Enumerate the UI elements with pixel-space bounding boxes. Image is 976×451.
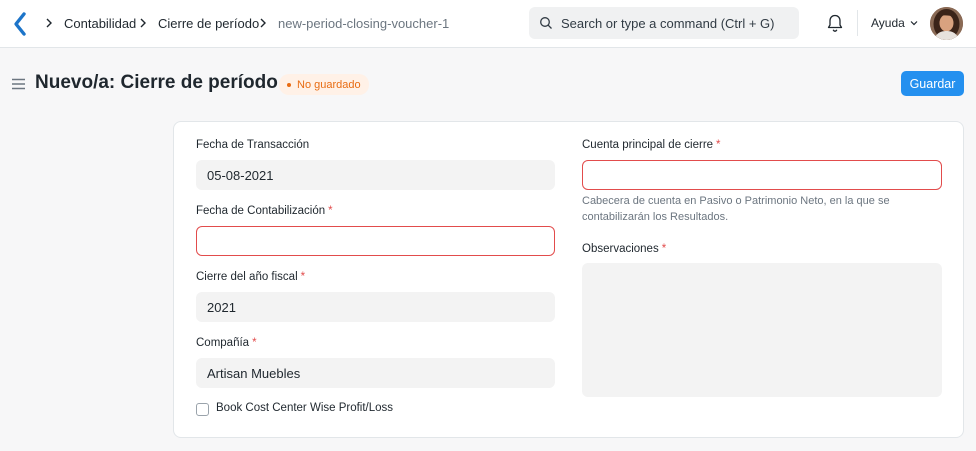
field-label: Observaciones — [582, 243, 659, 255]
page-title: Nuevo/a: Cierre de período — [35, 72, 278, 93]
breadcrumb-label[interactable]: Cierre de período — [158, 16, 259, 31]
transaction-date-field[interactable]: 05-08-2021 — [196, 160, 555, 190]
status-label: No guardado — [297, 78, 361, 91]
fiscal-year-field[interactable]: 2021 — [196, 292, 555, 322]
chevron-down-icon — [910, 21, 918, 26]
field-value: 2021 — [207, 299, 236, 315]
chevron-right-icon — [140, 18, 146, 28]
breadcrumb-item-cierre-periodo[interactable]: Cierre de período — [136, 0, 259, 46]
app-logo-icon[interactable] — [12, 11, 28, 37]
required-marker: * — [252, 337, 257, 349]
remarks-textarea[interactable] — [582, 263, 942, 397]
breadcrumb-label[interactable]: Contabilidad — [64, 16, 136, 31]
field-label: Compañía — [196, 337, 250, 349]
field-label: Cierre del año fiscal — [196, 271, 298, 283]
search-bar[interactable] — [529, 7, 799, 39]
navbar: Contabilidad Cierre de período new-perio… — [0, 0, 976, 48]
company-label: Compañía * — [196, 337, 257, 349]
field-label: Fecha de Contabilización — [196, 205, 326, 217]
search-input[interactable] — [561, 15, 781, 31]
required-marker: * — [328, 205, 333, 217]
company-field[interactable]: Artisan Muebles — [196, 358, 555, 388]
closing-account-label: Cuenta principal de cierre * — [582, 139, 721, 151]
closing-account-field[interactable] — [582, 160, 942, 190]
required-marker: * — [661, 243, 667, 255]
field-label: Cuenta principal de cierre — [582, 139, 714, 151]
transaction-date-label: Fecha de Transacción — [196, 139, 309, 151]
avatar-image — [930, 7, 963, 40]
field-value: Artisan Muebles — [207, 365, 301, 381]
cost-center-wise-label[interactable]: Book Cost Center Wise Profit/Loss — [216, 402, 393, 414]
breadcrumb-item-current: new-period-closing-voucher-1 — [256, 0, 449, 46]
status-dot-icon — [287, 82, 291, 87]
breadcrumb-item-contabilidad[interactable]: Contabilidad — [42, 0, 136, 46]
required-marker: * — [716, 139, 721, 151]
help-label[interactable]: Ayuda — [871, 16, 905, 30]
chevron-right-icon — [46, 18, 52, 28]
field-label: Fecha de Transacción — [196, 139, 310, 151]
posting-date-field[interactable] — [196, 226, 555, 256]
fiscal-year-label: Cierre del año fiscal * — [196, 271, 305, 283]
field-value: 05-08-2021 — [207, 167, 274, 183]
breadcrumb-label: new-period-closing-voucher-1 — [278, 15, 450, 31]
search-icon — [540, 17, 552, 29]
user-avatar[interactable] — [930, 7, 963, 40]
remarks-label: Observaciones * — [582, 243, 666, 255]
closing-account-description: Cabecera de cuenta en Pasivo o Patrimoni… — [582, 195, 890, 223]
notification-bell-icon[interactable] — [826, 13, 844, 33]
cost-center-wise-checkbox[interactable] — [196, 403, 209, 416]
posting-date-label: Fecha de Contabilización * — [196, 205, 333, 217]
sidebar-toggle-icon[interactable] — [11, 77, 26, 91]
status-badge: No guardado — [279, 74, 369, 95]
navbar-divider — [857, 10, 858, 36]
help-dropdown[interactable]: Ayuda — [871, 0, 919, 46]
chevron-right-icon — [260, 18, 266, 28]
required-marker: * — [300, 271, 306, 283]
save-button[interactable]: Guardar — [901, 71, 964, 96]
